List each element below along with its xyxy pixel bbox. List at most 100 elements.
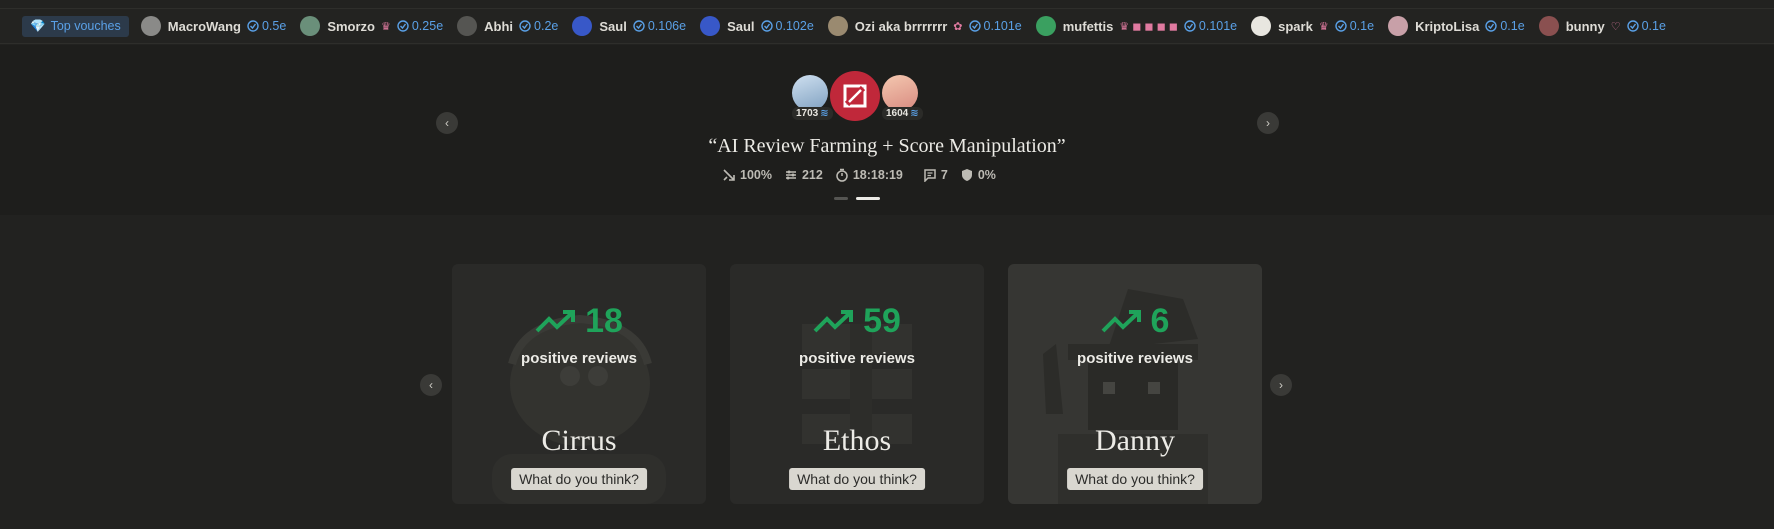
- vouch-check-icon: [1485, 20, 1498, 32]
- right-score: 1604: [886, 108, 909, 119]
- vouch-amount: 0.101e: [968, 19, 1022, 33]
- positive-reviews-label: positive reviews: [799, 350, 915, 367]
- sliders-icon: [785, 170, 796, 180]
- score-icon: ≋: [820, 108, 829, 119]
- diamond-icon: 💎: [30, 18, 46, 33]
- avatar[interactable]: [572, 16, 593, 36]
- vouch-name[interactable]: mufettis: [1063, 19, 1114, 34]
- avatar[interactable]: [457, 16, 478, 36]
- vouch-name[interactable]: Ozi aka brrrrrrr: [855, 19, 948, 34]
- positive-reviews-label: positive reviews: [521, 350, 637, 367]
- vouch-item[interactable]: mufettis ♛ ◼ ◼ ◼ ◼ 0.101e: [1035, 16, 1237, 36]
- review-card-cirrus[interactable]: 18 positive reviews Cirrus What do you t…: [452, 264, 706, 504]
- what-do-you-think-button[interactable]: What do you think?: [1067, 468, 1203, 490]
- top-vouches-label: Top vouches: [50, 19, 121, 33]
- vouch-check-icon: [397, 20, 409, 32]
- avatar[interactable]: [300, 16, 321, 36]
- avatar[interactable]: [700, 16, 721, 36]
- avatar[interactable]: [1388, 16, 1409, 36]
- top-vouches-bar: 💎 Top vouches MacroWang 0.5e Smorzo ♛ 0.25e A…: [0, 8, 1774, 44]
- carousel-dot[interactable]: [834, 197, 848, 200]
- positive-review-count: 18: [452, 302, 706, 341]
- cards-prev-button[interactable]: ‹: [420, 374, 442, 396]
- vouch-item[interactable]: Abhi 0.2e: [457, 16, 558, 36]
- vouch-check-icon: [1335, 20, 1347, 32]
- vouch-name[interactable]: MacroWang: [168, 19, 241, 34]
- vouch-amount: 0.1e: [1485, 19, 1525, 33]
- stat-percent: 100%: [722, 168, 772, 182]
- carousel-dot-active[interactable]: [856, 197, 880, 200]
- vouch-check-icon: [760, 20, 773, 32]
- card-name: Cirrus: [541, 424, 617, 457]
- vouch-name[interactable]: bunny: [1566, 19, 1605, 34]
- hero-prev-button[interactable]: ‹: [436, 112, 458, 134]
- vouch-emoji: ♛ ◼ ◼ ◼ ◼: [1119, 20, 1178, 33]
- ethos-logo: [830, 71, 880, 121]
- avatar[interactable]: [1538, 16, 1559, 36]
- what-do-you-think-button[interactable]: What do you think?: [789, 468, 925, 490]
- avatar[interactable]: [1035, 16, 1056, 36]
- card-name: Danny: [1095, 424, 1175, 457]
- vouch-amount: 0.1e: [1335, 19, 1374, 33]
- vouch-item[interactable]: Saul 0.102e: [700, 16, 814, 36]
- vouch-name[interactable]: KriptoLisa: [1415, 19, 1479, 34]
- vouch-check-icon: [1184, 20, 1196, 32]
- avatar[interactable]: [1251, 16, 1272, 36]
- vouch-item[interactable]: MacroWang 0.5e: [140, 16, 286, 36]
- card-name: Ethos: [822, 424, 892, 457]
- vouch-amount: 0.1e: [1626, 19, 1666, 33]
- vouch-amount: 0.2e: [519, 19, 558, 33]
- vouch-check-icon: [1626, 20, 1639, 32]
- stat-count: 212: [784, 168, 823, 182]
- hero-avatars: 1703 ≋ 1604 ≋: [790, 71, 930, 121]
- trending-up-icon: [813, 309, 854, 332]
- hero-section: ‹ › 1703 ≋ 1604 ≋ “AI Review Farming + Sco…: [0, 45, 1774, 215]
- slash-logo-icon: [843, 84, 867, 108]
- left-user-avatar[interactable]: [792, 75, 828, 111]
- chevron-right-icon: ›: [1266, 116, 1270, 130]
- trending-up-icon: [535, 309, 576, 332]
- top-vouches-badge[interactable]: 💎 Top vouches: [22, 15, 129, 37]
- vouch-name[interactable]: Abhi: [484, 19, 513, 34]
- split-arrows-icon: [723, 169, 735, 181]
- stat-comments: 7: [923, 168, 948, 182]
- vouch-item[interactable]: Smorzo ♛ 0.25e: [300, 16, 443, 36]
- vouch-amount: 0.102e: [760, 19, 814, 33]
- vouch-item[interactable]: Ozi aka brrrrrrr ✿ 0.101e: [827, 16, 1022, 36]
- vouch-amount: 0.25e: [397, 19, 443, 33]
- chevron-left-icon: ‹: [429, 378, 433, 392]
- cards-next-button[interactable]: ›: [1270, 374, 1292, 396]
- hero-next-button[interactable]: ›: [1257, 112, 1279, 134]
- vouch-emoji: ♛: [380, 20, 391, 33]
- review-card-danny[interactable]: 6 positive reviews Danny What do you thi…: [1008, 264, 1262, 504]
- right-score-badge: 1604 ≋: [882, 107, 923, 120]
- vouch-name[interactable]: spark: [1278, 19, 1313, 34]
- positive-review-count: 6: [1008, 302, 1262, 341]
- vouch-emoji: ♡: [1610, 20, 1621, 33]
- score-icon: ≋: [910, 108, 919, 119]
- left-score: 1703: [796, 108, 819, 119]
- avatar[interactable]: [140, 16, 161, 36]
- vouch-item[interactable]: Saul 0.106e: [572, 16, 686, 36]
- vouch-item[interactable]: spark ♛ 0.1e: [1251, 16, 1374, 36]
- vouch-emoji: ♛: [1318, 20, 1329, 33]
- vouch-item[interactable]: KriptoLisa 0.1e: [1388, 16, 1525, 36]
- review-card-ethos[interactable]: 59 positive reviews Ethos What do you th…: [730, 264, 984, 504]
- trending-up-icon: [1101, 309, 1141, 332]
- right-user-avatar[interactable]: [882, 75, 918, 111]
- vouch-check-icon: [519, 20, 531, 32]
- vouch-item[interactable]: bunny ♡ 0.1e: [1538, 16, 1666, 36]
- vouch-name[interactable]: Smorzo: [327, 19, 375, 34]
- vouch-emoji: ✿: [953, 20, 963, 33]
- positive-reviews-label: positive reviews: [1077, 350, 1193, 367]
- what-do-you-think-button[interactable]: What do you think?: [511, 468, 647, 490]
- chevron-left-icon: ‹: [445, 116, 449, 130]
- vouch-amount: 0.5e: [247, 19, 286, 33]
- avatar[interactable]: [827, 16, 848, 36]
- vouch-check-icon: [633, 20, 645, 32]
- vouch-name[interactable]: Saul: [599, 19, 626, 34]
- hero-stats: 100% 212 18:18:19 7 0%: [722, 168, 1008, 182]
- vouch-check-icon: [247, 20, 259, 32]
- vouch-name[interactable]: Saul: [727, 19, 754, 34]
- left-score-badge: 1703 ≋: [792, 107, 833, 120]
